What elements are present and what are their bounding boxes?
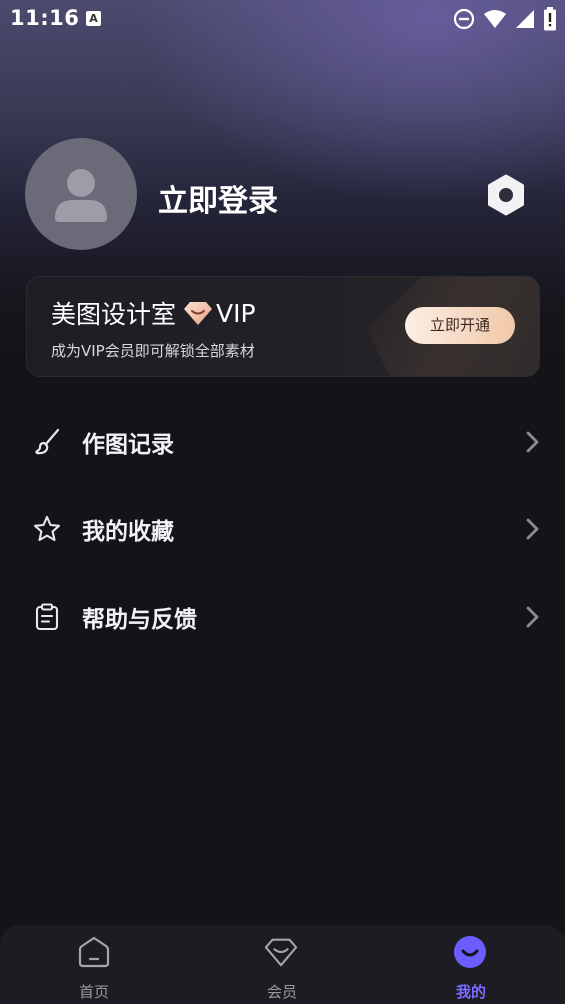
vip-brand-name: 美图设计室	[51, 300, 177, 329]
chevron-right-icon	[526, 518, 539, 540]
star-icon	[33, 515, 61, 542]
do-not-disturb-icon	[453, 8, 475, 30]
chevron-right-icon	[526, 431, 539, 453]
wifi-icon	[484, 10, 506, 28]
settings-button[interactable]	[484, 173, 528, 217]
avatar[interactable]	[25, 138, 137, 250]
nav-item-home[interactable]: 首页	[0, 925, 188, 1004]
nav-label-vip: 会员	[266, 983, 297, 1001]
activate-vip-button[interactable]: 立即开通	[405, 307, 515, 344]
signal-icon	[516, 10, 534, 28]
diamond-heart-icon	[184, 302, 213, 325]
nav-item-mine[interactable]: 我的	[377, 925, 565, 1004]
person-icon	[55, 169, 107, 222]
status-icons	[453, 7, 557, 31]
status-time: 11:16	[10, 6, 80, 30]
diamond-icon	[264, 938, 298, 967]
battery-icon	[544, 7, 556, 31]
chevron-right-icon	[526, 606, 539, 628]
bottom-nav: 首页 会员 我的	[0, 925, 565, 1004]
nav-item-vip[interactable]: 会员	[188, 925, 376, 1004]
menu-item-label: 作图记录	[82, 432, 174, 458]
profile-screen: 11:16 A 立即登录 美图设计室 VIP 成为VIP会员即可解锁全部素材 立…	[0, 0, 565, 1004]
menu-item-favorites[interactable]: 我的收藏	[0, 491, 565, 567]
menu-item-label: 我的收藏	[82, 519, 174, 545]
menu-item-label: 帮助与反馈	[82, 607, 197, 633]
login-link[interactable]: 立即登录	[158, 176, 278, 220]
menu-item-history[interactable]: 作图记录	[0, 404, 565, 480]
nav-label-home: 首页	[78, 983, 109, 1001]
nav-label-mine: 我的	[455, 983, 486, 1001]
smile-icon	[454, 936, 486, 968]
vip-subtitle: 成为VIP会员即可解锁全部素材	[51, 342, 255, 360]
vip-card[interactable]: 美图设计室 VIP 成为VIP会员即可解锁全部素材 立即开通	[26, 276, 540, 377]
home-icon	[78, 936, 110, 968]
vip-card-title: 美图设计室 VIP	[51, 295, 256, 331]
clipboard-icon	[35, 603, 59, 631]
brush-icon	[35, 428, 60, 455]
vip-label: VIP	[216, 298, 256, 328]
status-bar: 11:16 A	[0, 0, 565, 38]
hexagon-gear-icon	[488, 174, 524, 216]
notification-badge-icon: A	[86, 11, 101, 26]
menu-item-help-feedback[interactable]: 帮助与反馈	[0, 579, 565, 655]
